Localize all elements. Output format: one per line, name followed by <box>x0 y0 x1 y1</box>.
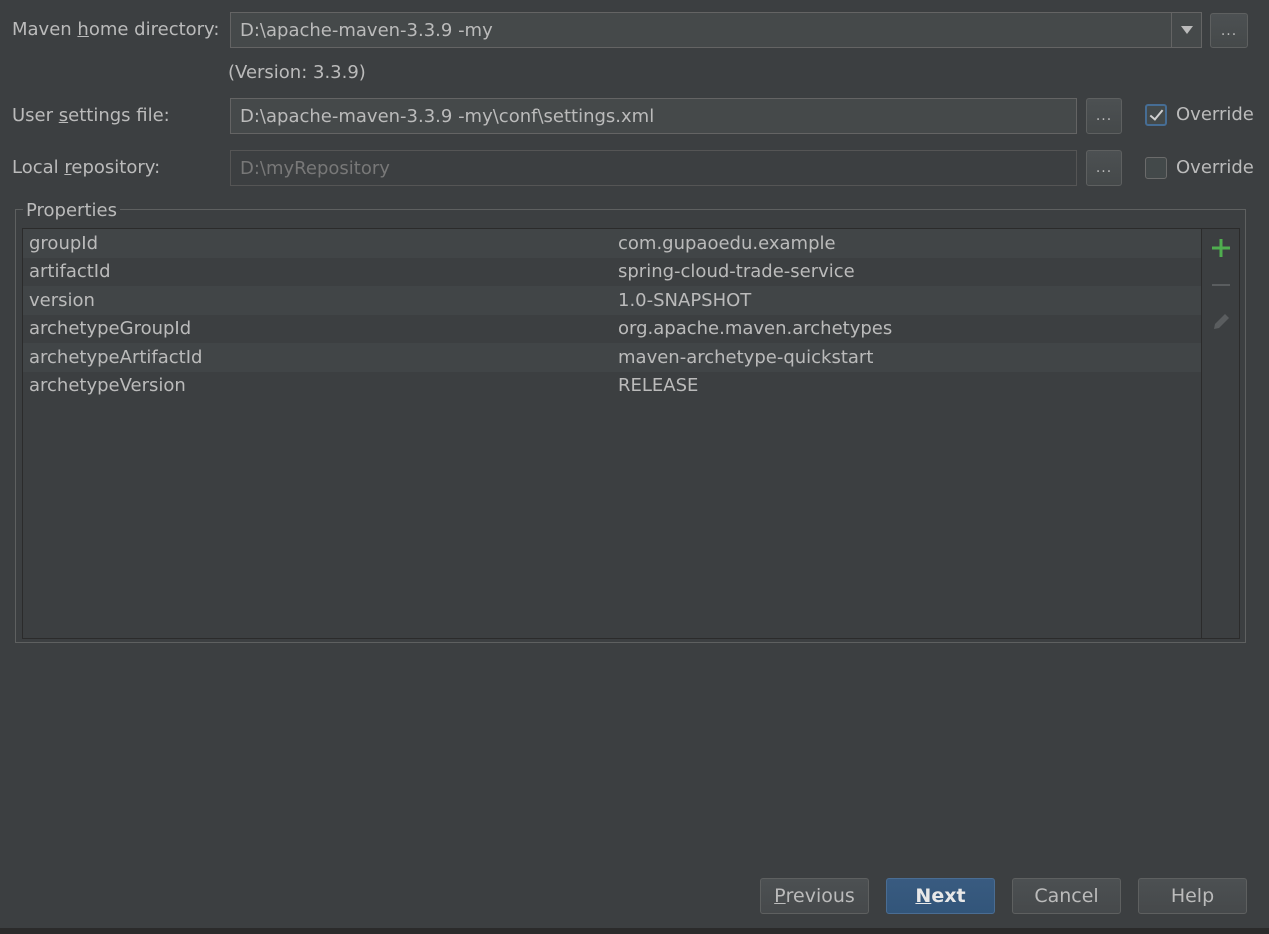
table-row[interactable]: version 1.0-SNAPSHOT <box>23 286 1201 315</box>
local-repo-override-checkbox[interactable] <box>1145 157 1167 179</box>
local-repo-override-label: Override <box>1176 157 1254 178</box>
button-mnemonic: N <box>915 885 932 907</box>
property-key: groupId <box>29 232 99 254</box>
maven-home-combobox[interactable]: D:\apache-maven-3.3.9 -my <box>230 12 1172 48</box>
property-value: spring-cloud-trade-service <box>618 261 855 283</box>
label-text: epository: <box>71 157 161 178</box>
window-bottom-edge <box>0 928 1269 934</box>
property-key: archetypeVersion <box>29 375 186 397</box>
user-settings-browse-button[interactable]: ... <box>1086 98 1122 134</box>
label-text: ome directory: <box>88 19 220 40</box>
local-repo-input[interactable]: D:\myRepository <box>230 150 1077 186</box>
property-value: maven-archetype-quickstart <box>618 346 874 368</box>
pencil-icon[interactable] <box>1210 311 1232 333</box>
label-mnemonic: s <box>58 105 69 126</box>
chevron-down-icon <box>1180 26 1193 34</box>
plus-icon[interactable] <box>1210 237 1232 259</box>
label-text: ettings file: <box>68 105 170 126</box>
property-value: org.apache.maven.archetypes <box>618 318 893 340</box>
property-key: artifactId <box>29 261 111 283</box>
maven-home-label: Maven home directory: <box>12 19 219 40</box>
local-repo-label: Local repository: <box>12 157 160 178</box>
table-row[interactable]: artifactId spring-cloud-trade-service <box>23 258 1201 287</box>
table-row[interactable]: archetypeGroupId org.apache.maven.archety… <box>23 315 1201 344</box>
properties-toolbar <box>1202 228 1240 639</box>
property-value: 1.0-SNAPSHOT <box>618 289 752 311</box>
previous-button[interactable]: Previous <box>760 878 869 914</box>
local-repo-browse-button[interactable]: ... <box>1086 150 1122 186</box>
user-settings-input[interactable]: D:\apache-maven-3.3.9 -my\conf\settings.… <box>230 98 1077 134</box>
properties-title: Properties <box>23 200 120 221</box>
cancel-button[interactable]: Cancel <box>1012 878 1121 914</box>
property-key: archetypeGroupId <box>29 318 192 340</box>
minus-icon[interactable] <box>1210 274 1232 296</box>
maven-version-text: (Version: 3.3.9) <box>228 62 366 83</box>
button-label: revious <box>785 885 855 907</box>
user-settings-label: User settings file: <box>12 105 170 126</box>
table-row[interactable]: archetypeVersion RELEASE <box>23 372 1201 401</box>
button-label: ext <box>931 885 966 907</box>
user-settings-value: D:\apache-maven-3.3.9 -my\conf\settings.… <box>240 105 655 127</box>
property-value: RELEASE <box>618 375 699 397</box>
label-text: Local <box>12 157 65 178</box>
maven-home-browse-button[interactable]: ... <box>1210 13 1248 48</box>
label-text: Maven <box>12 19 78 40</box>
user-settings-override-checkbox[interactable] <box>1145 104 1167 126</box>
property-key: version <box>29 289 95 311</box>
properties-table[interactable]: groupId com.gupaoedu.example artifactId spr… <box>22 228 1202 639</box>
user-settings-override-label: Override <box>1176 104 1254 125</box>
maven-home-value: D:\apache-maven-3.3.9 -my <box>240 19 493 41</box>
property-value: com.gupaoedu.example <box>618 232 836 254</box>
local-repo-value: D:\myRepository <box>240 157 390 179</box>
label-text: User <box>12 105 59 126</box>
button-mnemonic: P <box>774 885 786 907</box>
next-button[interactable]: Next <box>886 878 995 914</box>
property-key: archetypeArtifactId <box>29 346 203 368</box>
help-button[interactable]: Help <box>1138 878 1247 914</box>
table-row[interactable]: archetypeArtifactId maven-archetype-quick… <box>23 343 1201 372</box>
table-row[interactable]: groupId com.gupaoedu.example <box>23 229 1201 258</box>
maven-home-dropdown[interactable] <box>1171 12 1202 48</box>
label-mnemonic: h <box>77 19 89 40</box>
